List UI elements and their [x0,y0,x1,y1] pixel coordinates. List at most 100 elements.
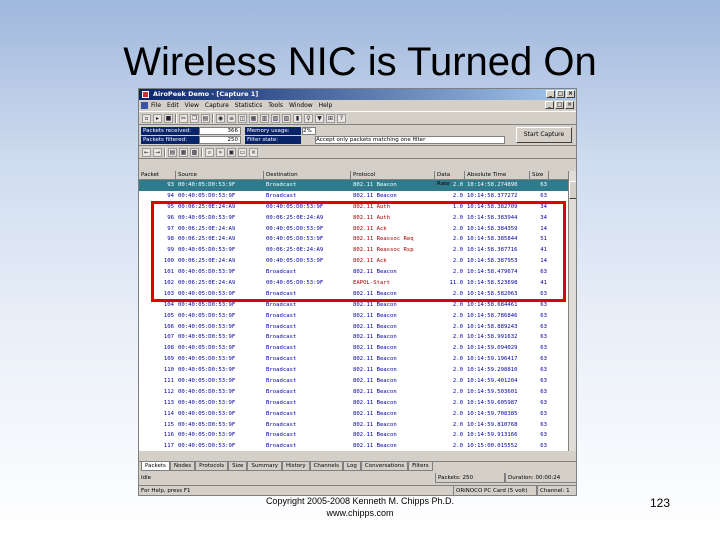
table-cell: 63 [540,182,547,188]
table-row[interactable]: 105 00:40:05:D0:53:9F Broadcast 802.11 Beac… [139,311,568,322]
new-icon[interactable]: ▫ [142,113,151,123]
tab-size[interactable]: Size [228,462,248,471]
paste-icon[interactable]: ▤ [201,113,210,123]
tab-channels[interactable]: Channels [309,462,344,471]
print-icon[interactable]: ▭ [238,147,247,157]
tab-packets[interactable]: Packets [141,462,170,471]
summary-icon[interactable]: ▧ [271,113,280,123]
table-row[interactable]: 93 00:40:05:D0:53:9F Broadcast 802.11 Beaco… [139,180,568,191]
capture-icon[interactable]: ◉ [216,113,225,123]
table-row[interactable]: 108 00:40:05:D0:53:9F Broadcast 802.11 Beac… [139,343,568,354]
vertical-scrollbar[interactable] [568,171,576,451]
table-cell: 111 [163,378,174,385]
tab-filters[interactable]: Filters [408,462,433,471]
table-row[interactable]: 114 00:40:05:D0:53:9F Broadcast 802.11 Beac… [139,409,568,420]
memory-usage-value: 2% [302,127,316,135]
table-row[interactable]: 106 00:40:05:D0:53:9F Broadcast 802.11 Beac… [139,322,568,333]
table-cell: 63 [540,432,547,439]
start-capture-button[interactable]: Start Capture [516,127,572,143]
find-next-icon[interactable]: » [216,147,225,157]
table-cell: 114 [163,410,174,417]
column-header[interactable]: Size [530,171,549,179]
open-icon[interactable]: ▸ [153,113,162,123]
tab-protocols[interactable]: Protocols [195,462,229,471]
save-icon[interactable]: ■ [164,113,173,123]
nodes-icon[interactable]: ◫ [238,113,247,123]
table-row[interactable]: 115 00:40:05:D0:53:9F Broadcast 802.11 Beac… [139,420,568,431]
graph-icon[interactable]: ▮ [293,113,302,123]
table-row[interactable]: 109 00:40:05:D0:53:9F Broadcast 802.11 Beac… [139,354,568,365]
menu-window[interactable]: Window [289,102,313,109]
stats-icon[interactable]: ▩ [190,147,199,157]
packets-icon[interactable]: ≡ [227,113,236,123]
menu-help[interactable]: Help [319,102,333,109]
copyright-footer: Copyright 2005-2008 Kenneth M. Chipps Ph… [250,495,470,519]
close-button[interactable]: × [566,90,575,98]
table-cell: 63 [540,345,547,352]
tab-conversations[interactable]: Conversations [360,462,409,471]
table-cell: Broadcast [266,410,297,417]
table-row[interactable]: 117 00:40:05:D0:53:9F Broadcast 802.11 Beac… [139,441,568,451]
lock-icon[interactable]: ▣ [227,147,236,157]
maximize-button[interactable]: □ [556,90,565,98]
delete-icon[interactable]: × [249,147,258,157]
size-icon[interactable]: ▥ [260,113,269,123]
menu-bar: File Edit View Capture Statistics Tools … [139,100,576,111]
table-cell: 10:14:58.786846 [467,312,518,319]
table-row[interactable]: 112 00:40:05:D0:53:9F Broadcast 802.11 Beac… [139,387,568,398]
table-row[interactable]: 110 00:40:05:D0:53:9F Broadcast 802.11 Beac… [139,365,568,376]
menu-view[interactable]: View [185,102,199,109]
history-icon[interactable]: ▨ [282,113,291,123]
table-cell: 10:14:59.605987 [467,399,518,406]
column-header[interactable]: Absolute Time [465,171,530,179]
tab-summary[interactable]: Summary [247,462,283,471]
hex-icon[interactable]: ▦ [179,147,188,157]
doc-restore-button[interactable]: □ [555,101,564,109]
menu-capture[interactable]: Capture [205,102,229,109]
column-header[interactable]: Packet [139,171,176,179]
filter-icon[interactable]: ▼ [315,113,324,123]
menu-file[interactable]: File [151,102,161,109]
tab-log[interactable]: Log [343,462,361,471]
capture-toolbar: ← → ▤ ▦ ▩ ⌕ » ▣ ▭ × [139,146,576,159]
doc-close-button[interactable]: × [565,101,574,109]
protocols-icon[interactable]: ▦ [249,113,258,123]
column-header[interactable]: Data Rate [435,171,465,187]
scrollbar-thumb[interactable] [569,181,576,199]
table-cell: 802.11 Beacon [353,334,397,341]
column-header[interactable]: Source [176,171,264,179]
table-cell: 106 [163,323,174,330]
table-cell: 00:40:05:D0:53:9F [178,334,236,341]
cut-icon[interactable]: ✂ [179,113,188,123]
table-row[interactable]: 116 00:40:05:D0:53:9F Broadcast 802.11 Beac… [139,430,568,441]
tab-nodes[interactable]: Nodes [169,462,196,471]
tab-history[interactable]: History [282,462,310,471]
capture-status: Idle Packets: 250 Duration: 00:00:24 [139,473,576,484]
minimize-button[interactable]: _ [546,90,555,98]
help-icon[interactable]: ? [337,113,346,123]
table-row[interactable]: 107 00:40:05:D0:53:9F Broadcast 802.11 Beac… [139,332,568,343]
decode-icon[interactable]: ▤ [168,147,177,157]
window-titlebar[interactable]: AiroPeek Demo - [Capture 1] _ □ × [139,89,576,100]
menu-edit[interactable]: Edit [167,102,179,109]
network-icon[interactable]: ⊞ [326,113,335,123]
table-cell: 2.0 [452,443,463,450]
menu-tools[interactable]: Tools [268,102,283,109]
main-toolbar: ▫ ▸ ■ ✂ ❐ ▤ ◉ ≡ ◫ ▦ ▥ ▧ ▨ ▮ ♀ ▼ ⊞ ? [139,111,576,125]
table-cell: 63 [540,399,547,406]
column-header[interactable]: Protocol [351,171,435,179]
capture-duration: Duration: 00:00:24 [505,473,576,483]
table-row[interactable]: 111 00:40:05:D0:53:9F Broadcast 802.11 Beac… [139,376,568,387]
menu-statistics[interactable]: Statistics [235,102,262,109]
back-icon[interactable]: ← [142,147,151,157]
table-cell: 00:40:05:D0:53:9F [178,345,236,352]
table-cell: Broadcast [266,432,297,439]
alarm-icon[interactable]: ♀ [304,113,313,123]
table-row[interactable]: 113 00:40:05:D0:53:9F Broadcast 802.11 Beac… [139,398,568,409]
forward-icon[interactable]: → [153,147,162,157]
doc-minimize-button[interactable]: _ [545,101,554,109]
search-icon[interactable]: ⌕ [205,147,214,157]
copy-icon[interactable]: ❐ [190,113,199,123]
column-header[interactable]: Destination [264,171,351,179]
table-cell: Broadcast [266,323,297,330]
